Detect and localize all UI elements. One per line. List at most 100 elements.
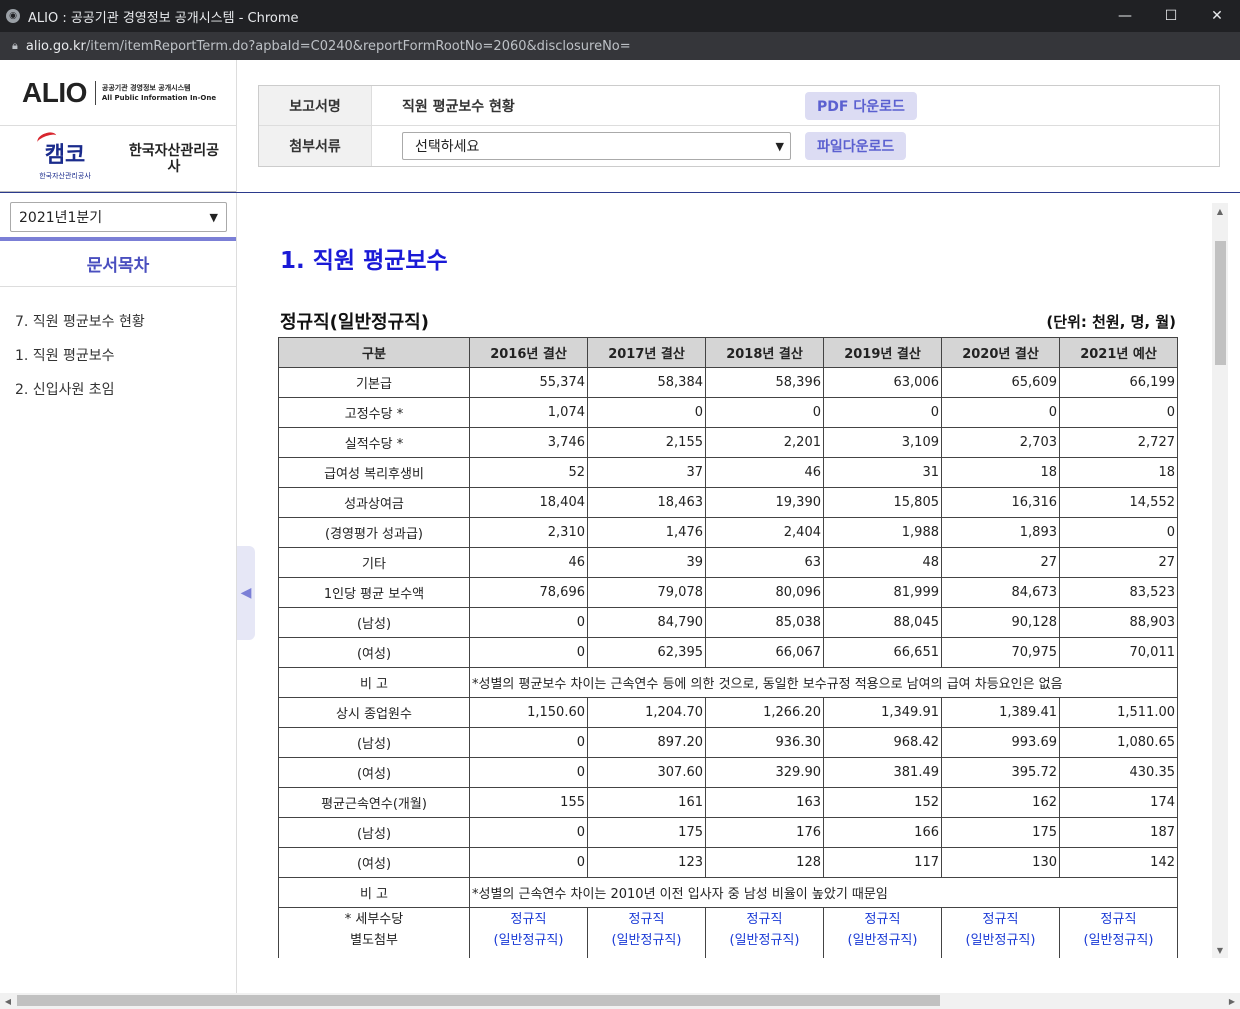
attachment-link[interactable]: 정규직 (일반정규직) <box>1059 907 1178 958</box>
table-subtitle: 정규직(일반정규직) <box>280 312 429 333</box>
table-cell: 329.90 <box>705 757 824 788</box>
table-cell: 162 <box>941 787 1060 818</box>
toc-item[interactable]: 1. 직원 평균보수 <box>0 339 236 373</box>
table-row: (여성) 0 62,395 66,067 66,651 70,975 70,011 <box>278 637 1178 668</box>
sidebar-collapse-toggle[interactable]: ◀ <box>237 546 255 640</box>
period-select[interactable]: 2021년1분기 ▼ <box>10 202 227 232</box>
column-header: 2017년 결산 <box>587 337 706 368</box>
toc-list: 7. 직원 평균보수 현황 1. 직원 평균보수 2. 신입사원 초임 <box>0 287 236 407</box>
table-cell: 175 <box>587 817 706 848</box>
table-cell: 1,080.65 <box>1059 727 1178 758</box>
table-cell: 81,999 <box>823 577 942 608</box>
table-cell: 0 <box>941 397 1060 428</box>
toc-item[interactable]: 7. 직원 평균보수 현황 <box>0 305 236 339</box>
table-cell: 88,045 <box>823 607 942 638</box>
table-cell: 83,523 <box>1059 577 1178 608</box>
attachment-link-line2[interactable]: (일반정규직) <box>1060 930 1177 951</box>
attachment-link[interactable]: 정규직 (일반정규직) <box>941 907 1060 958</box>
attachment-link-line1[interactable]: 정규직 <box>1060 909 1177 930</box>
column-header: 2016년 결산 <box>469 337 588 368</box>
table-cell: 2,201 <box>705 427 824 458</box>
toc-item[interactable]: 2. 신입사원 초임 <box>0 373 236 407</box>
attachment-link-line2[interactable]: (일반정규직) <box>824 930 941 951</box>
table-cell: 0 <box>823 397 942 428</box>
minimize-button[interactable]: — <box>1102 0 1148 32</box>
row-label: (여성) <box>278 847 470 878</box>
attachment-link[interactable]: 정규직 (일반정규직) <box>469 907 588 958</box>
table-cell: 66,651 <box>823 637 942 668</box>
attachment-link[interactable]: 정규직 (일반정규직) <box>823 907 942 958</box>
alio-logo-area[interactable]: ALIO 공공기관 경영정보 공개시스템 All Public Informat… <box>0 60 236 126</box>
table-cell: 0 <box>705 397 824 428</box>
table-cell: 16,316 <box>941 487 1060 518</box>
attachment-label-line2: 별도첨부 <box>350 933 398 948</box>
alio-subtext-english: All Public Information In-One <box>101 93 217 102</box>
table-cell: 897.20 <box>587 727 706 758</box>
note-row: 비 고 *성별의 평균보수 차이는 근속연수 등에 의한 것으로, 동일한 보수규… <box>278 667 1178 698</box>
table-cell: 65,609 <box>941 367 1060 398</box>
address-bar[interactable]: 🔒︎ alio.go.kr/item/itemReportTerm.do?apb… <box>0 32 1240 60</box>
table-cell: 0 <box>469 607 588 638</box>
table-cell: 1,204.70 <box>587 697 706 728</box>
attachment-link-line2[interactable]: (일반정규직) <box>470 930 587 951</box>
attachment-link-line2[interactable]: (일반정규직) <box>942 930 1059 951</box>
scroll-right-arrow[interactable]: ▶ <box>1224 993 1240 1009</box>
attachment-link-line1[interactable]: 정규직 <box>588 909 705 930</box>
table-row: 성과상여금 18,404 18,463 19,390 15,805 16,316 14,55… <box>278 487 1178 518</box>
table-cell: 3,109 <box>823 427 942 458</box>
table-cell: 15,805 <box>823 487 942 518</box>
attachment-label: 첨부서류 <box>259 126 372 166</box>
file-download-button[interactable]: 파일다운로드 <box>805 132 907 160</box>
camco-logo-mark: 캠코 <box>35 129 85 169</box>
note-row: 비 고 *성별의 근속연수 차이는 2010년 이전 입사자 중 남성 비율이 높… <box>278 877 1178 908</box>
table-cell: 1,349.91 <box>823 697 942 728</box>
attachment-link-line1[interactable]: 정규직 <box>824 909 941 930</box>
table-cell: 2,703 <box>941 427 1060 458</box>
attachment-link[interactable]: 정규직 (일반정규직) <box>705 907 824 958</box>
logo-divider <box>94 80 96 105</box>
maximize-button[interactable]: ☐ <box>1148 0 1194 32</box>
horizontal-scroll-thumb[interactable] <box>17 995 940 1006</box>
attachment-link-line1[interactable]: 정규직 <box>706 909 823 930</box>
table-row: (여성) 0 123 128 117 130 142 <box>278 847 1178 878</box>
table-cell: 39 <box>587 547 706 578</box>
vertical-scroll-thumb[interactable] <box>1215 241 1226 365</box>
table-row: 평균근속연수(개월) 155 161 163 152 162 174 <box>278 787 1178 818</box>
row-label: (여성) <box>278 757 470 788</box>
table-row: (남성) 0 84,790 85,038 88,045 90,128 88,903 <box>278 607 1178 638</box>
attachment-row-label: * 세부수당 별도첨부 <box>278 907 470 958</box>
attachment-select-wrap: 선택하세요 ▼ <box>372 132 805 160</box>
attachment-link-line1[interactable]: 정규직 <box>470 909 587 930</box>
attachment-select[interactable]: 선택하세요 ▼ <box>402 132 791 160</box>
table-cell: 46 <box>705 457 824 488</box>
scroll-left-arrow[interactable]: ◀ <box>0 993 16 1009</box>
close-button[interactable]: ✕ <box>1194 0 1240 32</box>
attachment-link-line1[interactable]: 정규직 <box>942 909 1059 930</box>
salary-table: 구분 2016년 결산 2017년 결산 2018년 결산 2019년 결산 2020년 … <box>278 337 1178 958</box>
table-cell: 0 <box>1059 397 1178 428</box>
table-cell: 187 <box>1059 817 1178 848</box>
window-title: ALIO : 공공기관 경영정보 공개시스템 - Chrome <box>28 10 299 26</box>
table-cell: 161 <box>587 787 706 818</box>
attachment-select-value: 선택하세요 <box>415 139 480 155</box>
pdf-download-button[interactable]: PDF 다운로드 <box>805 91 917 120</box>
table-cell: 63,006 <box>823 367 942 398</box>
scroll-down-arrow[interactable]: ▼ <box>1212 942 1228 958</box>
table-cell: 1,476 <box>587 517 706 548</box>
horizontal-scrollbar[interactable]: ◀ ▶ <box>0 993 1240 1009</box>
vertical-scrollbar[interactable]: ▲ ▼ <box>1212 203 1228 958</box>
column-header: 2021년 예산 <box>1059 337 1178 368</box>
table-cell: 31 <box>823 457 942 488</box>
table-cell: 128 <box>705 847 824 878</box>
table-cell: 142 <box>1059 847 1178 878</box>
table-row: 급여성 복리후생비 52 37 46 31 18 18 <box>278 457 1178 488</box>
lock-icon: 🔒︎ <box>12 39 18 52</box>
attachment-link-line2[interactable]: (일반정규직) <box>588 930 705 951</box>
scroll-up-arrow[interactable]: ▲ <box>1212 203 1228 219</box>
table-cell: 130 <box>941 847 1060 878</box>
row-label: 급여성 복리후생비 <box>278 457 470 488</box>
table-cell: 0 <box>469 637 588 668</box>
attachment-link-line2[interactable]: (일반정규직) <box>706 930 823 951</box>
table-cell: 18 <box>941 457 1060 488</box>
attachment-link[interactable]: 정규직 (일반정규직) <box>587 907 706 958</box>
